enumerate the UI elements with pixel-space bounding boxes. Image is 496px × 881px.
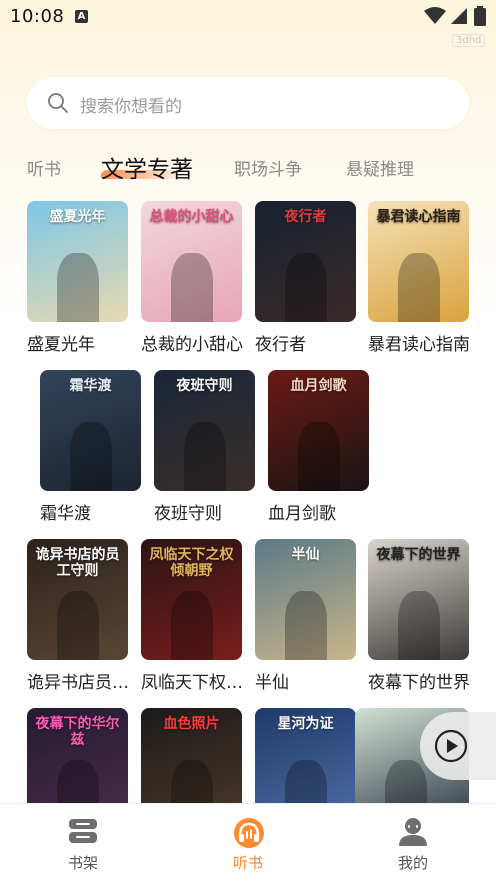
cover-illustration: [70, 422, 112, 491]
book-title[interactable]: 夜行者: [255, 330, 359, 355]
cover-title: 霜华渡: [69, 378, 112, 394]
book-cover[interactable]: 半仙: [255, 539, 356, 660]
cover-title: 夜幕下的华尔兹: [35, 716, 120, 748]
nav-listen[interactable]: 听书: [198, 804, 298, 881]
cover-title: 血月剑歌: [290, 378, 347, 394]
play-icon[interactable]: [434, 729, 468, 763]
signal-icon: [451, 8, 467, 24]
nav-label: 书架: [67, 854, 98, 872]
book-cover[interactable]: 霜华渡: [40, 370, 141, 491]
cover-illustration: [171, 253, 213, 322]
cover-title: 夜行者: [284, 209, 327, 225]
book-title[interactable]: 血月剑歌: [268, 499, 372, 524]
cover-title: 盛夏光年: [49, 209, 106, 225]
book-cover[interactable]: 夜行者: [255, 201, 356, 322]
book-cover[interactable]: 凤临天下之权倾朝野: [141, 539, 242, 660]
book-cover[interactable]: 夜班守则: [154, 370, 255, 491]
status-bar: 10:08 A 3dhd: [0, 0, 496, 47]
search-icon: [48, 93, 68, 113]
book-cover[interactable]: 总裁的小甜心: [141, 201, 242, 322]
book-title[interactable]: 总裁的小甜心: [141, 330, 245, 355]
cover-illustration: [298, 422, 340, 491]
book-title[interactable]: 凤临天下权倾朝野: [141, 668, 245, 693]
cover-illustration: [57, 591, 99, 660]
cover-title: 暴君读心指南: [376, 209, 461, 225]
cover-title: 凤临天下之权倾朝野: [149, 547, 234, 579]
book-title[interactable]: 霜华渡: [40, 499, 144, 524]
tab-literature[interactable]: 文学专著: [101, 150, 193, 184]
watermark: 3dhd: [452, 34, 486, 47]
search-placeholder: 搜索你想看的: [80, 97, 182, 117]
cover-illustration: [184, 422, 226, 491]
nav-label: 我的: [397, 854, 428, 872]
cover-illustration: [398, 591, 440, 660]
cover-illustration: [398, 253, 440, 322]
book-cover[interactable]: 盛夏光年: [27, 201, 128, 322]
cover-title: 总裁的小甜心: [149, 209, 234, 225]
book-title[interactable]: 夜班守则: [154, 499, 258, 524]
tab-listen[interactable]: 听书: [27, 155, 61, 180]
book-cover[interactable]: 暴君读心指南: [368, 201, 469, 322]
cover-title: 半仙: [291, 547, 320, 563]
cover-title: 夜幕下的世界: [376, 547, 461, 563]
book-cover[interactable]: 诡异书店的员工守则: [27, 539, 128, 660]
user-icon: [399, 818, 427, 846]
cover-illustration: [57, 253, 99, 322]
nav-label: 听书: [232, 854, 263, 872]
status-time: 10:08: [10, 6, 65, 27]
nav-bookshelf[interactable]: 书架: [33, 804, 133, 881]
cover-illustration: [285, 591, 327, 660]
cover-title: 诡异书店的员工守则: [35, 547, 120, 579]
cover-illustration: [171, 591, 213, 660]
book-title[interactable]: 盛夏光年: [27, 330, 131, 355]
book-title[interactable]: 夜幕下的世界: [368, 668, 472, 693]
mini-player[interactable]: [420, 712, 496, 780]
cover-title: 血色照片: [163, 716, 220, 732]
tab-workplace[interactable]: 职场斗争: [234, 155, 302, 180]
cover-title: 星河为证: [277, 716, 334, 732]
bookshelf-icon: [69, 819, 97, 843]
book-cover[interactable]: 血月剑歌: [268, 370, 369, 491]
category-tabs: 听书 文学专著 职场斗争 悬疑推理: [0, 146, 496, 186]
book-title[interactable]: 半仙: [255, 668, 359, 693]
notification-icon: A: [75, 10, 88, 23]
search-input[interactable]: 搜索你想看的: [27, 77, 469, 129]
headphones-icon: [234, 818, 264, 848]
tab-mystery[interactable]: 悬疑推理: [346, 155, 414, 180]
book-cover[interactable]: 夜幕下的世界: [368, 539, 469, 660]
cover-title: 夜班守则: [176, 378, 233, 394]
wifi-icon: [424, 7, 446, 24]
nav-profile[interactable]: 我的: [363, 804, 463, 881]
bottom-nav: 书架 听书 我的: [0, 803, 496, 881]
book-title[interactable]: 诡异书店员工守则: [27, 668, 131, 693]
battery-icon: [474, 6, 486, 26]
cover-illustration: [285, 253, 327, 322]
book-title[interactable]: 暴君读心指南: [368, 330, 472, 355]
